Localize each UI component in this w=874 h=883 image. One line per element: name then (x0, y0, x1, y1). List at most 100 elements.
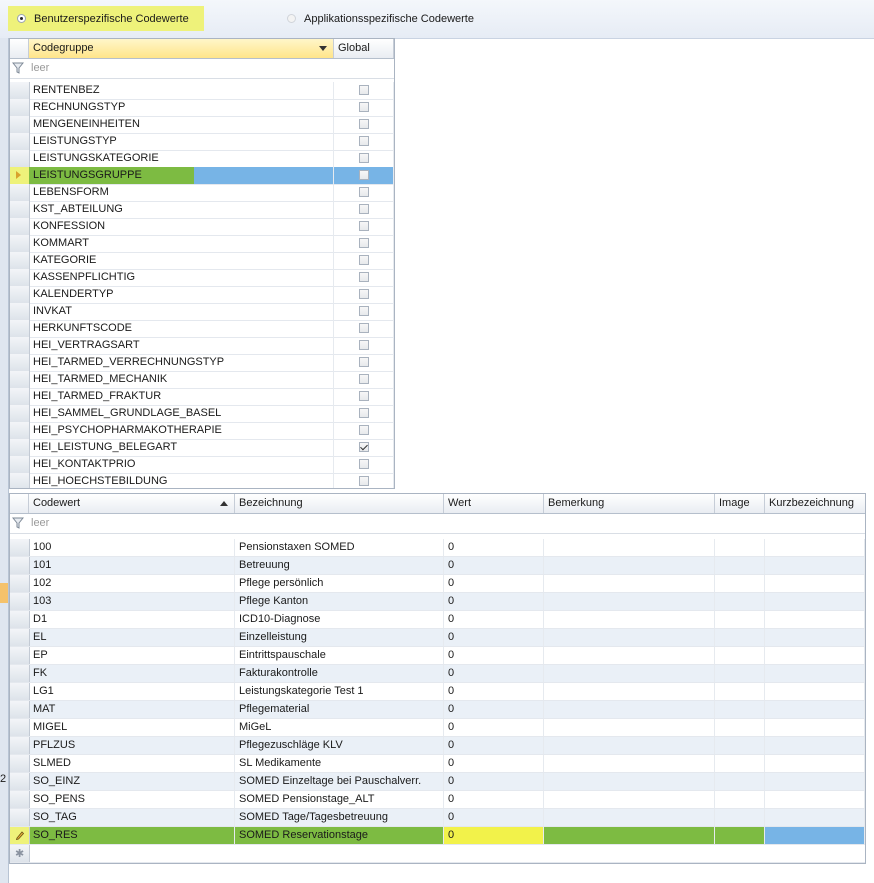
codegruppe-cell[interactable]: RENTENBEZ (29, 82, 334, 99)
wert-cell[interactable]: 0 (444, 737, 544, 754)
bezeichnung-cell[interactable]: Einzelleistung (235, 629, 444, 646)
bemerkung-cell[interactable] (544, 647, 715, 664)
codegruppe-row[interactable]: KONFESSION (10, 218, 394, 236)
image-cell[interactable] (715, 755, 765, 772)
codegruppe-cell[interactable]: KOMMART (29, 235, 334, 252)
codewert-cell[interactable]: SO_RES (29, 827, 235, 844)
bemerkung-cell[interactable] (544, 629, 715, 646)
row-selector[interactable] (10, 557, 30, 574)
row-selector[interactable] (10, 719, 30, 736)
column-header-bezeichnung[interactable]: Bezeichnung (235, 494, 444, 513)
global-checkbox[interactable] (359, 391, 369, 401)
column-header-bemerkung[interactable]: Bemerkung (544, 494, 715, 513)
wert-cell[interactable]: 0 (444, 683, 544, 700)
codewert-row[interactable]: LG1 Leistungskategorie Test 10 (10, 683, 865, 701)
column-header-codegruppe[interactable]: Codegruppe (29, 39, 334, 58)
global-checkbox[interactable] (359, 221, 369, 231)
image-cell[interactable] (715, 575, 765, 592)
codegruppe-row[interactable]: HEI_KONTAKTPRIO (10, 456, 394, 474)
row-selector[interactable]: ✱ (10, 845, 30, 862)
codewert-row[interactable]: SO_PENS SOMED Pensionstage_ALT 0 (10, 791, 865, 809)
bemerkung-cell[interactable] (544, 719, 715, 736)
global-checkbox[interactable] (359, 170, 369, 180)
codewert-cell[interactable]: SO_TAG (29, 809, 235, 826)
global-checkbox[interactable] (359, 357, 369, 367)
bemerkung-cell[interactable] (544, 701, 715, 718)
bezeichnung-cell[interactable]: Pflege Kanton (235, 593, 444, 610)
image-cell[interactable] (715, 809, 765, 826)
codewert-cell[interactable]: SO_EINZ (29, 773, 235, 790)
row-selector[interactable] (10, 593, 30, 610)
codegruppe-cell[interactable]: KST_ABTEILUNG (29, 201, 334, 218)
bemerkung-cell[interactable] (544, 665, 715, 682)
codegruppe-cell[interactable]: LEISTUNGSGRUPPE (29, 167, 334, 184)
image-cell[interactable] (715, 827, 765, 844)
bezeichnung-cell[interactable]: Leistungskategorie Test 1 (235, 683, 444, 700)
row-selector[interactable] (10, 354, 30, 371)
dropdown-arrow-icon[interactable] (319, 46, 327, 51)
radio-benutzerspezifisch[interactable]: Benutzerspezifische Codewerte (8, 6, 204, 31)
row-selector[interactable] (10, 371, 30, 388)
codegruppe-row[interactable]: LEBENSFORM (10, 184, 394, 202)
row-selector[interactable] (10, 235, 30, 252)
bezeichnung-cell[interactable]: Betreuung (235, 557, 444, 574)
kurzbezeichnung-cell[interactable] (765, 737, 865, 754)
bemerkung-cell[interactable] (544, 773, 715, 790)
codegruppe-row[interactable]: LEISTUNGSGRUPPE (10, 167, 394, 185)
row-selector[interactable] (10, 320, 30, 337)
codegruppe-cell[interactable]: LEISTUNGSKATEGORIE (29, 150, 334, 167)
radio-applikationsspezifisch[interactable]: Applikationsspezifische Codewerte (283, 6, 474, 31)
kurzbezeichnung-cell[interactable] (765, 773, 865, 790)
bemerkung-cell[interactable] (544, 827, 715, 844)
codegruppe-row[interactable]: HEI_TARMED_VERRECHNUNGSTYP (10, 354, 394, 372)
kurzbezeichnung-cell[interactable] (765, 683, 865, 700)
codegruppe-cell[interactable]: INVKAT (29, 303, 334, 320)
image-cell[interactable] (715, 611, 765, 628)
bemerkung-cell[interactable] (544, 737, 715, 754)
bezeichnung-cell[interactable]: Fakturakontrolle (235, 665, 444, 682)
bezeichnung-cell[interactable]: SOMED Reservationstage (235, 827, 444, 844)
codewert-cell[interactable]: 102 (29, 575, 235, 592)
codewert-row[interactable]: FK Fakturakontrolle 0 (10, 665, 865, 683)
bezeichnung-cell[interactable]: Pflege persönlich (235, 575, 444, 592)
codewert-cell[interactable]: SLMED (29, 755, 235, 772)
global-checkbox[interactable] (359, 289, 369, 299)
codegruppe-row[interactable]: LEISTUNGSTYP (10, 133, 394, 151)
codewert-row[interactable]: 103 Pflege Kanton 0 (10, 593, 865, 611)
global-checkbox[interactable] (359, 306, 369, 316)
row-selector[interactable] (10, 405, 30, 422)
codewert-cell[interactable]: EL (29, 629, 235, 646)
codewert-row[interactable]: PFLZUS Pflegezuschläge KLV 0 (10, 737, 865, 755)
row-selector[interactable] (10, 611, 30, 628)
row-selector[interactable] (10, 286, 30, 303)
wert-cell[interactable]: 0 (444, 809, 544, 826)
row-selector[interactable] (10, 269, 30, 286)
row-selector[interactable] (10, 456, 30, 473)
codewert-row[interactable]: MIGEL MiGeL 0 (10, 719, 865, 737)
column-header-global[interactable]: Global (334, 39, 394, 58)
codegruppe-row[interactable]: HEI_LEISTUNG_BELEGART (10, 439, 394, 457)
kurzbezeichnung-cell[interactable] (765, 755, 865, 772)
global-checkbox[interactable] (359, 85, 369, 95)
wert-cell[interactable]: 0 (444, 719, 544, 736)
row-selector[interactable] (10, 99, 30, 116)
row-selector[interactable] (10, 439, 30, 456)
codegruppe-row[interactable]: RECHNUNGSTYP (10, 99, 394, 117)
bezeichnung-cell[interactable]: ICD10-Diagnose (235, 611, 444, 628)
codewert-row[interactable]: EL Einzelleistung 0 (10, 629, 865, 647)
row-selector[interactable] (10, 539, 30, 556)
kurzbezeichnung-cell[interactable] (765, 647, 865, 664)
codegruppe-row[interactable]: KOMMART (10, 235, 394, 253)
codewert-cell[interactable]: MIGEL (29, 719, 235, 736)
codegruppe-filter-row[interactable]: leer (10, 59, 394, 79)
wert-cell[interactable]: 0 (444, 755, 544, 772)
row-selector[interactable] (10, 150, 30, 167)
wert-cell[interactable]: 0 (444, 557, 544, 574)
wert-cell[interactable]: 0 (444, 539, 544, 556)
bezeichnung-cell[interactable]: SOMED Einzeltage bei Pauschalverr. (235, 773, 444, 790)
codegruppe-row[interactable]: KASSENPFLICHTIG (10, 269, 394, 287)
image-cell[interactable] (715, 701, 765, 718)
codewert-row[interactable]: SO_RES SOMED Reservationstage 0 (10, 827, 865, 845)
codegruppe-cell[interactable]: KALENDERTYP (29, 286, 334, 303)
codewert-cell[interactable]: 101 (29, 557, 235, 574)
